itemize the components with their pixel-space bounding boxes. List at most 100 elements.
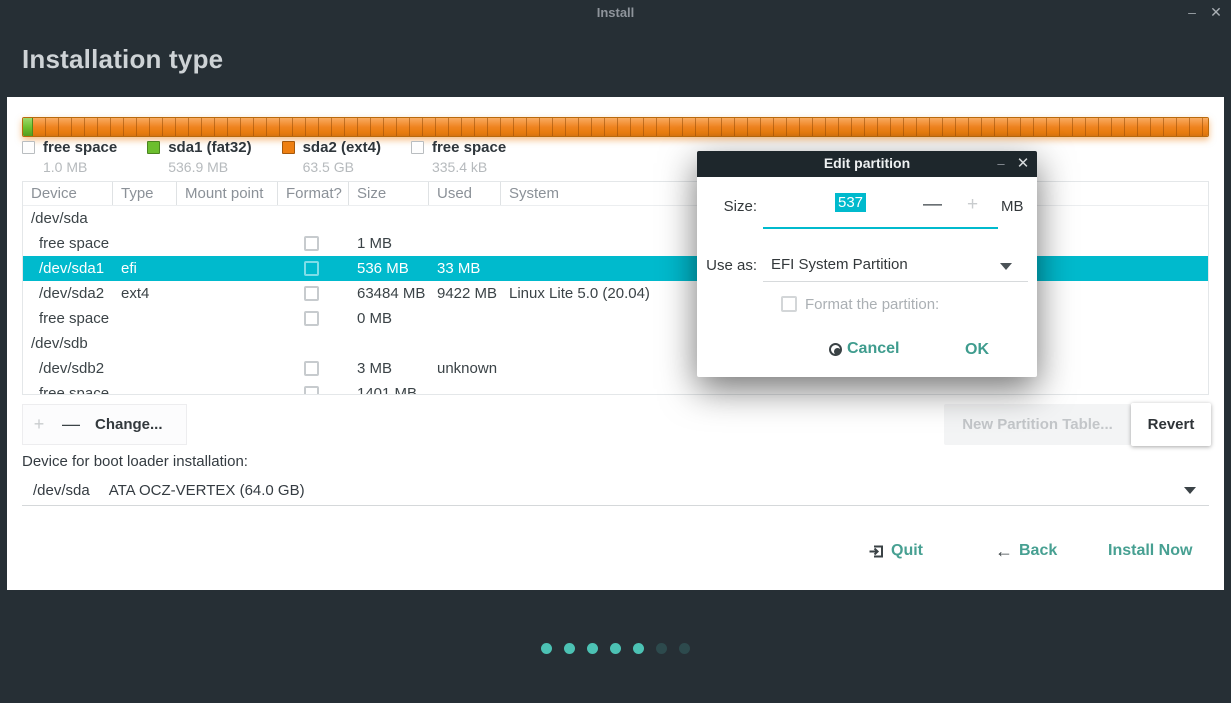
format-checkbox[interactable] bbox=[304, 386, 319, 395]
table-cell-device: /dev/sdb bbox=[23, 335, 113, 352]
table-cell-type: efi bbox=[113, 260, 177, 277]
format-checkbox[interactable] bbox=[304, 286, 319, 301]
size-value[interactable]: 537 bbox=[835, 193, 866, 212]
chevron-down-icon bbox=[1000, 263, 1012, 270]
revert-button[interactable]: Revert bbox=[1131, 403, 1211, 446]
format-checkbox[interactable] bbox=[304, 361, 319, 376]
table-header-cell[interactable]: Used bbox=[429, 182, 501, 205]
table-cell-used: 9422 MB bbox=[429, 285, 501, 302]
legend-swatch-icon bbox=[282, 141, 295, 154]
table-cell-device: /dev/sdb2 bbox=[23, 360, 113, 377]
table-header-cell[interactable]: Device bbox=[23, 182, 113, 205]
legend-swatch-icon bbox=[411, 141, 424, 154]
progress-dot-active bbox=[564, 643, 575, 654]
table-header-cell[interactable]: Mount point bbox=[177, 182, 278, 205]
size-input-underline bbox=[763, 227, 998, 229]
legend-size: 1.0 MB bbox=[43, 159, 117, 175]
format-checkbox[interactable] bbox=[304, 236, 319, 251]
table-cell-device: /dev/sda1 bbox=[23, 260, 113, 277]
legend-label: free space bbox=[432, 139, 506, 156]
table-cell-device: free space bbox=[23, 310, 113, 327]
format-partition-label: Format the partition: bbox=[805, 296, 939, 313]
legend-item: free space 1.0 MB bbox=[22, 139, 117, 175]
legend-size: 63.5 GB bbox=[303, 159, 381, 175]
progress-dot-inactive bbox=[679, 643, 690, 654]
size-increase-button[interactable]: + bbox=[967, 194, 978, 216]
table-header-cell[interactable]: Format? bbox=[278, 182, 349, 205]
format-checkbox[interactable] bbox=[304, 311, 319, 326]
legend-swatch-icon bbox=[22, 141, 35, 154]
table-header-cell[interactable]: Type bbox=[113, 182, 177, 205]
table-cell-device: /dev/sda2 bbox=[23, 285, 113, 302]
close-icon[interactable]: ✕ bbox=[1205, 2, 1227, 22]
table-cell-size: 0 MB bbox=[349, 310, 429, 327]
table-cell-size: 63484 MB bbox=[349, 285, 429, 302]
progress-dot-active bbox=[610, 643, 621, 654]
ok-button[interactable]: OK bbox=[965, 341, 989, 359]
table-cell-size: 1401 MB bbox=[349, 385, 429, 395]
remove-partition-button[interactable]: — bbox=[55, 414, 87, 435]
install-now-button[interactable]: Install Now bbox=[1108, 542, 1192, 560]
partition-bar-segment-sda1 bbox=[23, 118, 33, 136]
legend-label: free space bbox=[43, 139, 117, 156]
main-panel: Your installation medium is on /dev/sdb.… bbox=[7, 97, 1224, 590]
new-partition-table-button[interactable]: New Partition Table... bbox=[944, 404, 1131, 445]
partition-bar bbox=[22, 117, 1209, 137]
table-cell-device: free space bbox=[23, 385, 113, 395]
install-now-label: Install Now bbox=[1108, 542, 1192, 560]
legend-item: sda1 (fat32)536.9 MB bbox=[147, 139, 251, 175]
table-cell-format bbox=[278, 311, 349, 326]
legend-item: sda2 (ext4) 63.5 GB bbox=[282, 139, 381, 175]
size-decrease-button[interactable]: — bbox=[923, 194, 942, 216]
table-row[interactable]: free space 1401 MB bbox=[23, 381, 1208, 395]
size-input[interactable]: 537 bbox=[763, 194, 938, 212]
bootloader-label: Device for boot loader installation: bbox=[22, 453, 248, 470]
back-arrow-icon: ← bbox=[995, 543, 1013, 559]
dialog-close-icon[interactable]: ✕ bbox=[1013, 154, 1033, 174]
legend: free space 1.0 MB sda1 (fat32)536.9 MB sda2… bbox=[22, 139, 536, 175]
format-partition-checkbox[interactable] bbox=[781, 296, 797, 312]
partition-bar-segment-sda2 bbox=[33, 118, 1208, 136]
legend-size: 536.9 MB bbox=[168, 159, 251, 175]
quit-icon bbox=[868, 543, 885, 560]
format-checkbox[interactable] bbox=[304, 261, 319, 276]
legend-size: 335.4 kB bbox=[432, 159, 506, 175]
legend-label: sda2 (ext4) bbox=[303, 139, 381, 156]
table-cell-type: ext4 bbox=[113, 285, 177, 302]
table-cell-format bbox=[278, 236, 349, 251]
dialog-minimize-icon[interactable]: – bbox=[991, 154, 1011, 174]
table-cell-format bbox=[278, 261, 349, 276]
table-cell-used: unknown bbox=[429, 360, 501, 377]
back-button[interactable]: ← Back bbox=[995, 542, 1057, 560]
table-cell-used: 33 MB bbox=[429, 260, 501, 277]
window-titlebar: Install – ✕ bbox=[0, 0, 1231, 25]
bootloader-device-description: ATA OCZ-VERTEX (64.0 GB) bbox=[109, 482, 305, 499]
partition-actions-group: + — Change... bbox=[22, 404, 187, 445]
dialog-title: Edit partition bbox=[697, 155, 1037, 171]
table-cell-device: /dev/sda bbox=[23, 210, 113, 227]
quit-button[interactable]: Quit bbox=[868, 542, 923, 560]
table-cell-size: 3 MB bbox=[349, 360, 429, 377]
use-as-underline bbox=[763, 281, 1028, 282]
page-title: Installation type bbox=[22, 44, 223, 75]
change-partition-button[interactable]: Change... bbox=[95, 416, 163, 433]
chevron-down-icon bbox=[1184, 487, 1196, 494]
size-unit-label: MB bbox=[1001, 198, 1024, 215]
progress-dot-active bbox=[541, 643, 552, 654]
quit-label: Quit bbox=[891, 542, 923, 560]
use-as-select[interactable]: EFI System Partition bbox=[771, 256, 908, 273]
progress-dot-inactive bbox=[656, 643, 667, 654]
table-header-cell[interactable]: Size bbox=[349, 182, 429, 205]
progress-dot-active bbox=[587, 643, 598, 654]
progress-dot-active bbox=[633, 643, 644, 654]
bootloader-device: /dev/sda bbox=[33, 482, 90, 499]
size-label: Size: bbox=[697, 198, 757, 215]
table-cell-format bbox=[278, 386, 349, 395]
minimize-icon[interactable]: – bbox=[1181, 2, 1203, 22]
dialog-titlebar: Edit partition – ✕ bbox=[697, 151, 1037, 177]
table-cell-size: 536 MB bbox=[349, 260, 429, 277]
back-label: Back bbox=[1019, 542, 1057, 560]
cancel-button[interactable]: Cancel bbox=[829, 340, 899, 358]
add-partition-button[interactable]: + bbox=[23, 414, 55, 435]
bootloader-device-select[interactable]: /dev/sda ATA OCZ-VERTEX (64.0 GB) bbox=[22, 475, 1209, 506]
